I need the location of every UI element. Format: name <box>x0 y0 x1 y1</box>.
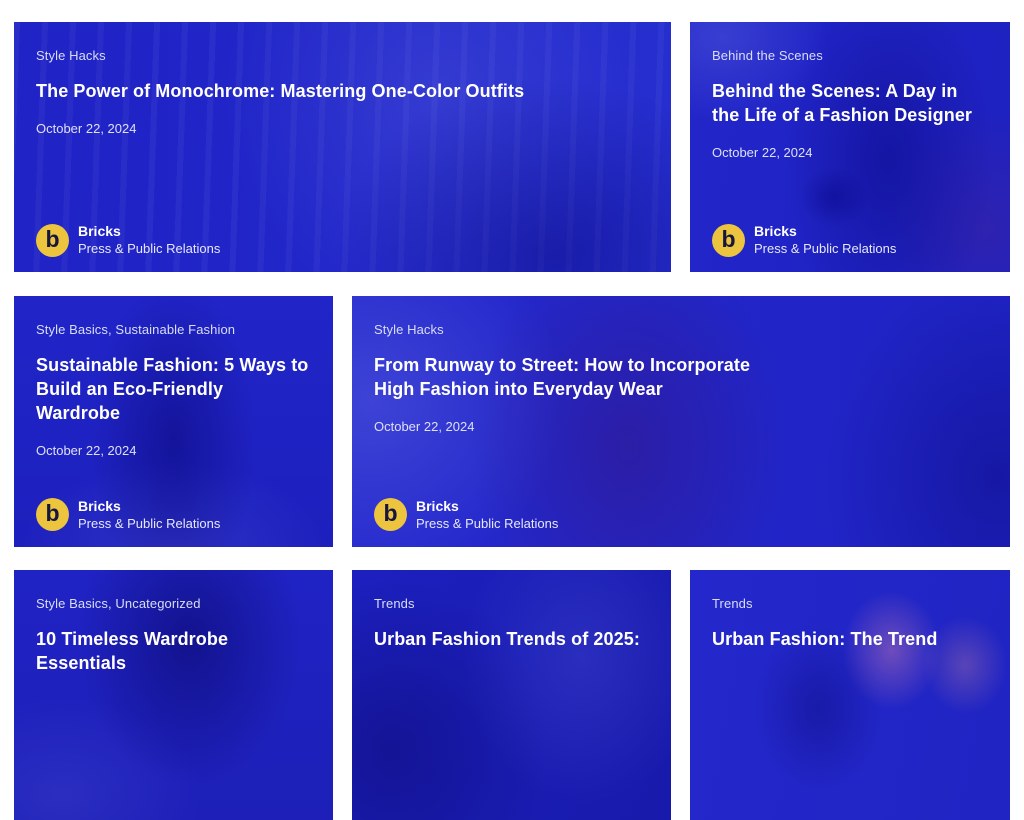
brand-name: Bricks <box>754 223 797 239</box>
post-card[interactable]: Trends Urban Fashion Trends of 2025: <box>352 570 671 820</box>
post-date: October 22, 2024 <box>712 145 813 160</box>
post-date: October 22, 2024 <box>36 442 137 458</box>
post-title[interactable]: Urban Fashion Trends of 2025: <box>374 627 649 651</box>
post-date: October 22, 2024 <box>374 418 475 434</box>
brand-tagline: Press & Public Relations <box>78 515 221 531</box>
post-category: Style Hacks <box>374 321 444 337</box>
post-category: Style Basics, Sustainable Fashion <box>36 321 236 337</box>
brand-text: Bricks Press & Public Relations <box>416 498 558 532</box>
post-card[interactable]: Trends Urban Fashion: The Trend <box>690 570 1010 820</box>
brand-lockup: b Bricks Press & Public Relations <box>374 498 988 532</box>
logo-letter: b <box>721 225 736 252</box>
post-title[interactable]: The Power of Monochrome: Mastering One-C… <box>36 79 649 103</box>
post-card[interactable]: Style Basics, Uncategorized 10 Timeless … <box>14 570 333 820</box>
brand-lockup: b Bricks Press & Public Relations <box>36 498 311 532</box>
post-title[interactable]: Sustainable Fashion: 5 Ways to Build an … <box>36 353 311 425</box>
brand-text: Bricks Press & Public Relations <box>754 223 896 257</box>
post-card[interactable]: Style Hacks From Runway to Street: How t… <box>352 296 1010 547</box>
brand-lockup: b Bricks Press & Public Relations <box>712 223 988 257</box>
post-date: October 22, 2024 <box>36 121 137 136</box>
logo-letter: b <box>45 225 60 252</box>
logo-letter: b <box>383 500 398 526</box>
brand-tagline: Press & Public Relations <box>416 515 559 531</box>
brand-name: Bricks <box>78 497 121 514</box>
post-category: Behind the Scenes <box>712 48 823 63</box>
brand-name: Bricks <box>78 223 121 239</box>
post-title[interactable]: Behind the Scenes: A Day in the Life of … <box>712 79 988 127</box>
bricks-logo-icon: b <box>712 223 745 257</box>
post-category: Style Hacks <box>36 48 106 63</box>
post-category: Trends <box>712 596 753 611</box>
post-grid: Style Hacks The Power of Monochrome: Mas… <box>14 22 1010 820</box>
brand-name: Bricks <box>416 497 459 514</box>
post-card[interactable]: Behind the Scenes Behind the Scenes: A D… <box>690 22 1010 272</box>
logo-letter: b <box>45 500 60 526</box>
post-card[interactable]: Style Basics, Sustainable Fashion Sustai… <box>14 296 333 547</box>
brand-lockup: b Bricks Press & Public Relations <box>36 223 649 257</box>
brand-text: Bricks Press & Public Relations <box>78 498 220 532</box>
post-title[interactable]: 10 Timeless Wardrobe Essentials <box>36 627 311 675</box>
brand-tagline: Press & Public Relations <box>78 241 221 256</box>
brand-tagline: Press & Public Relations <box>754 241 897 256</box>
post-category: Style Basics, Uncategorized <box>36 596 201 611</box>
bricks-logo-icon: b <box>36 223 69 257</box>
bricks-logo-icon: b <box>36 498 69 531</box>
post-title[interactable]: Urban Fashion: The Trend <box>712 627 988 651</box>
bricks-logo-icon: b <box>374 498 407 531</box>
post-card[interactable]: Style Hacks The Power of Monochrome: Mas… <box>14 22 671 272</box>
brand-text: Bricks Press & Public Relations <box>78 223 220 257</box>
post-category: Trends <box>374 596 415 611</box>
post-title[interactable]: From Runway to Street: How to Incorporat… <box>374 353 988 401</box>
